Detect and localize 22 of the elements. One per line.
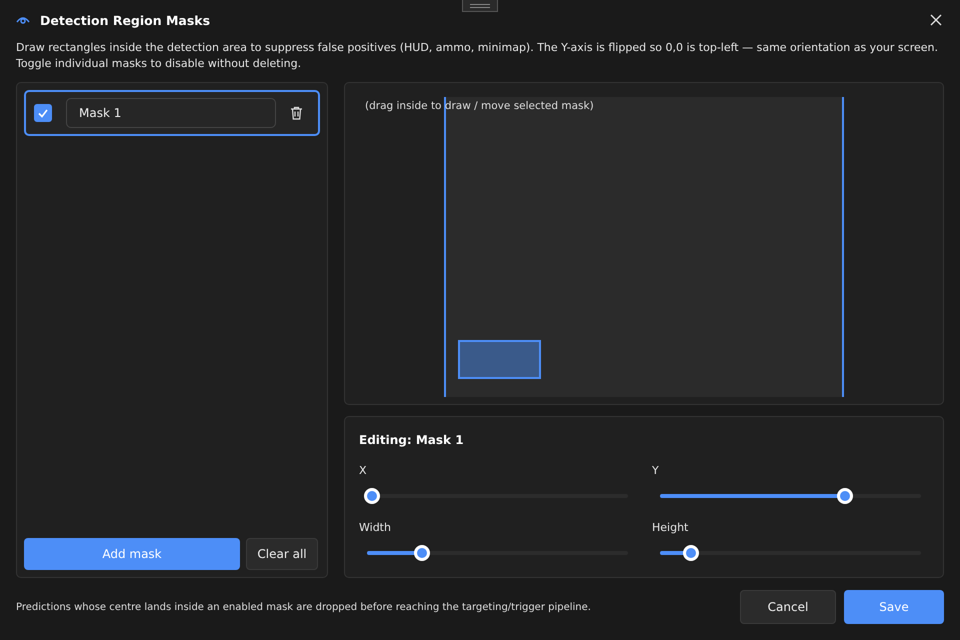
footer-note: Predictions whose centre lands inside an enabled mask are dropped before reaching the targeting/trigger pipeline. bbox=[16, 602, 592, 612]
eye-icon bbox=[16, 15, 30, 25]
slider-thumb[interactable] bbox=[414, 545, 430, 561]
slider-thumb[interactable] bbox=[364, 488, 380, 504]
window-title: Detection Region Masks bbox=[40, 12, 212, 28]
slider-label: Width bbox=[359, 521, 391, 534]
slider-label: Y bbox=[652, 464, 659, 477]
check-icon bbox=[37, 107, 49, 119]
editor-title: Editing: Mask 1 bbox=[359, 433, 465, 447]
mask-checkbox[interactable] bbox=[34, 104, 52, 122]
clear-all-button[interactable]: Clear all bbox=[246, 538, 318, 570]
slider-label: Height bbox=[652, 521, 688, 534]
cancel-button[interactable]: Cancel bbox=[740, 590, 836, 624]
slider-thumb[interactable] bbox=[837, 488, 854, 504]
delete-icon[interactable] bbox=[290, 106, 303, 120]
slider-label: X bbox=[359, 464, 367, 477]
mask-item[interactable]: Mask 1 bbox=[24, 90, 320, 136]
description-text: Draw rectangles inside the detection area to suppress false positives (HUD, ammo, minimap). The Y-axis is flipped so 0,0 is top-left — same orientation as your screen. Toggle individual masks to disable without deleting. bbox=[16, 40, 939, 72]
mask-name-field[interactable]: Mask 1 bbox=[66, 98, 276, 128]
close-button[interactable] bbox=[928, 12, 944, 28]
slider-thumb[interactable] bbox=[683, 545, 700, 561]
drag-handle-icon[interactable] bbox=[462, 0, 498, 12]
